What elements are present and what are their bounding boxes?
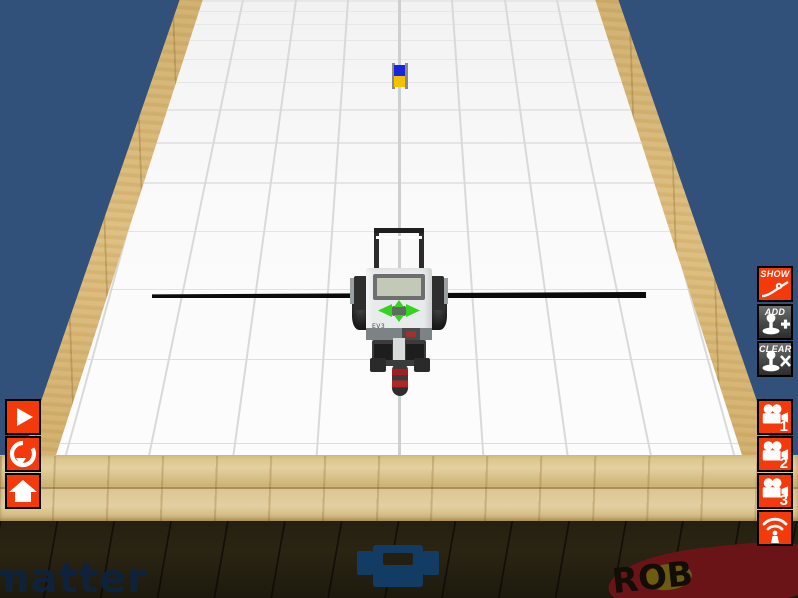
add-marker-button[interactable]: ADD (757, 304, 793, 340)
wifi-broadcast-icon (762, 517, 788, 543)
camera-view-2-button[interactable]: 2 (757, 436, 793, 472)
room-floor: matter ROB (0, 519, 798, 598)
grid-line-vertical (451, 0, 489, 519)
remote-broadcast-button[interactable] (757, 510, 793, 546)
clear-markers-button[interactable]: CLEAR (757, 341, 793, 377)
camera-icon (762, 478, 789, 498)
run-button[interactable] (5, 399, 41, 435)
ev3-robot: EV3 (348, 228, 452, 398)
simulator-viewport: matter ROB EV3 SHOW ADD CLEAR 1 2 3 (0, 0, 798, 598)
floor-logo-left-text: matter (0, 556, 148, 598)
camera-icon (762, 404, 789, 424)
camera-view-3-button[interactable]: 3 (757, 473, 793, 509)
robot-color-sensor (392, 364, 408, 396)
trail-show-icon (761, 280, 789, 298)
marker-clear-icon (762, 350, 791, 372)
grid-line-vertical (555, 0, 663, 510)
floor-logo-right-text: ROB (610, 553, 695, 598)
grid-line-vertical (503, 0, 577, 516)
home-button[interactable] (5, 473, 41, 509)
grid-line-vertical (223, 0, 297, 516)
show-trail-button[interactable]: SHOW (757, 266, 793, 302)
field-front-beam (0, 455, 798, 521)
reload-icon (9, 440, 37, 468)
marker-add-icon (762, 313, 790, 335)
robot-brick-label: EV3 (372, 323, 386, 330)
camera-view-1-button[interactable]: 1 (757, 399, 793, 435)
floor-logo-camera-icon (355, 541, 445, 589)
home-icon (9, 480, 37, 502)
play-icon (17, 408, 33, 426)
grid-line-vertical (311, 0, 349, 519)
reset-button[interactable] (5, 436, 41, 472)
robot-lcd-screen (377, 278, 421, 296)
floor-logo-right-badge: ROB (605, 534, 798, 598)
target-block (392, 63, 408, 91)
camera-icon (762, 441, 789, 461)
